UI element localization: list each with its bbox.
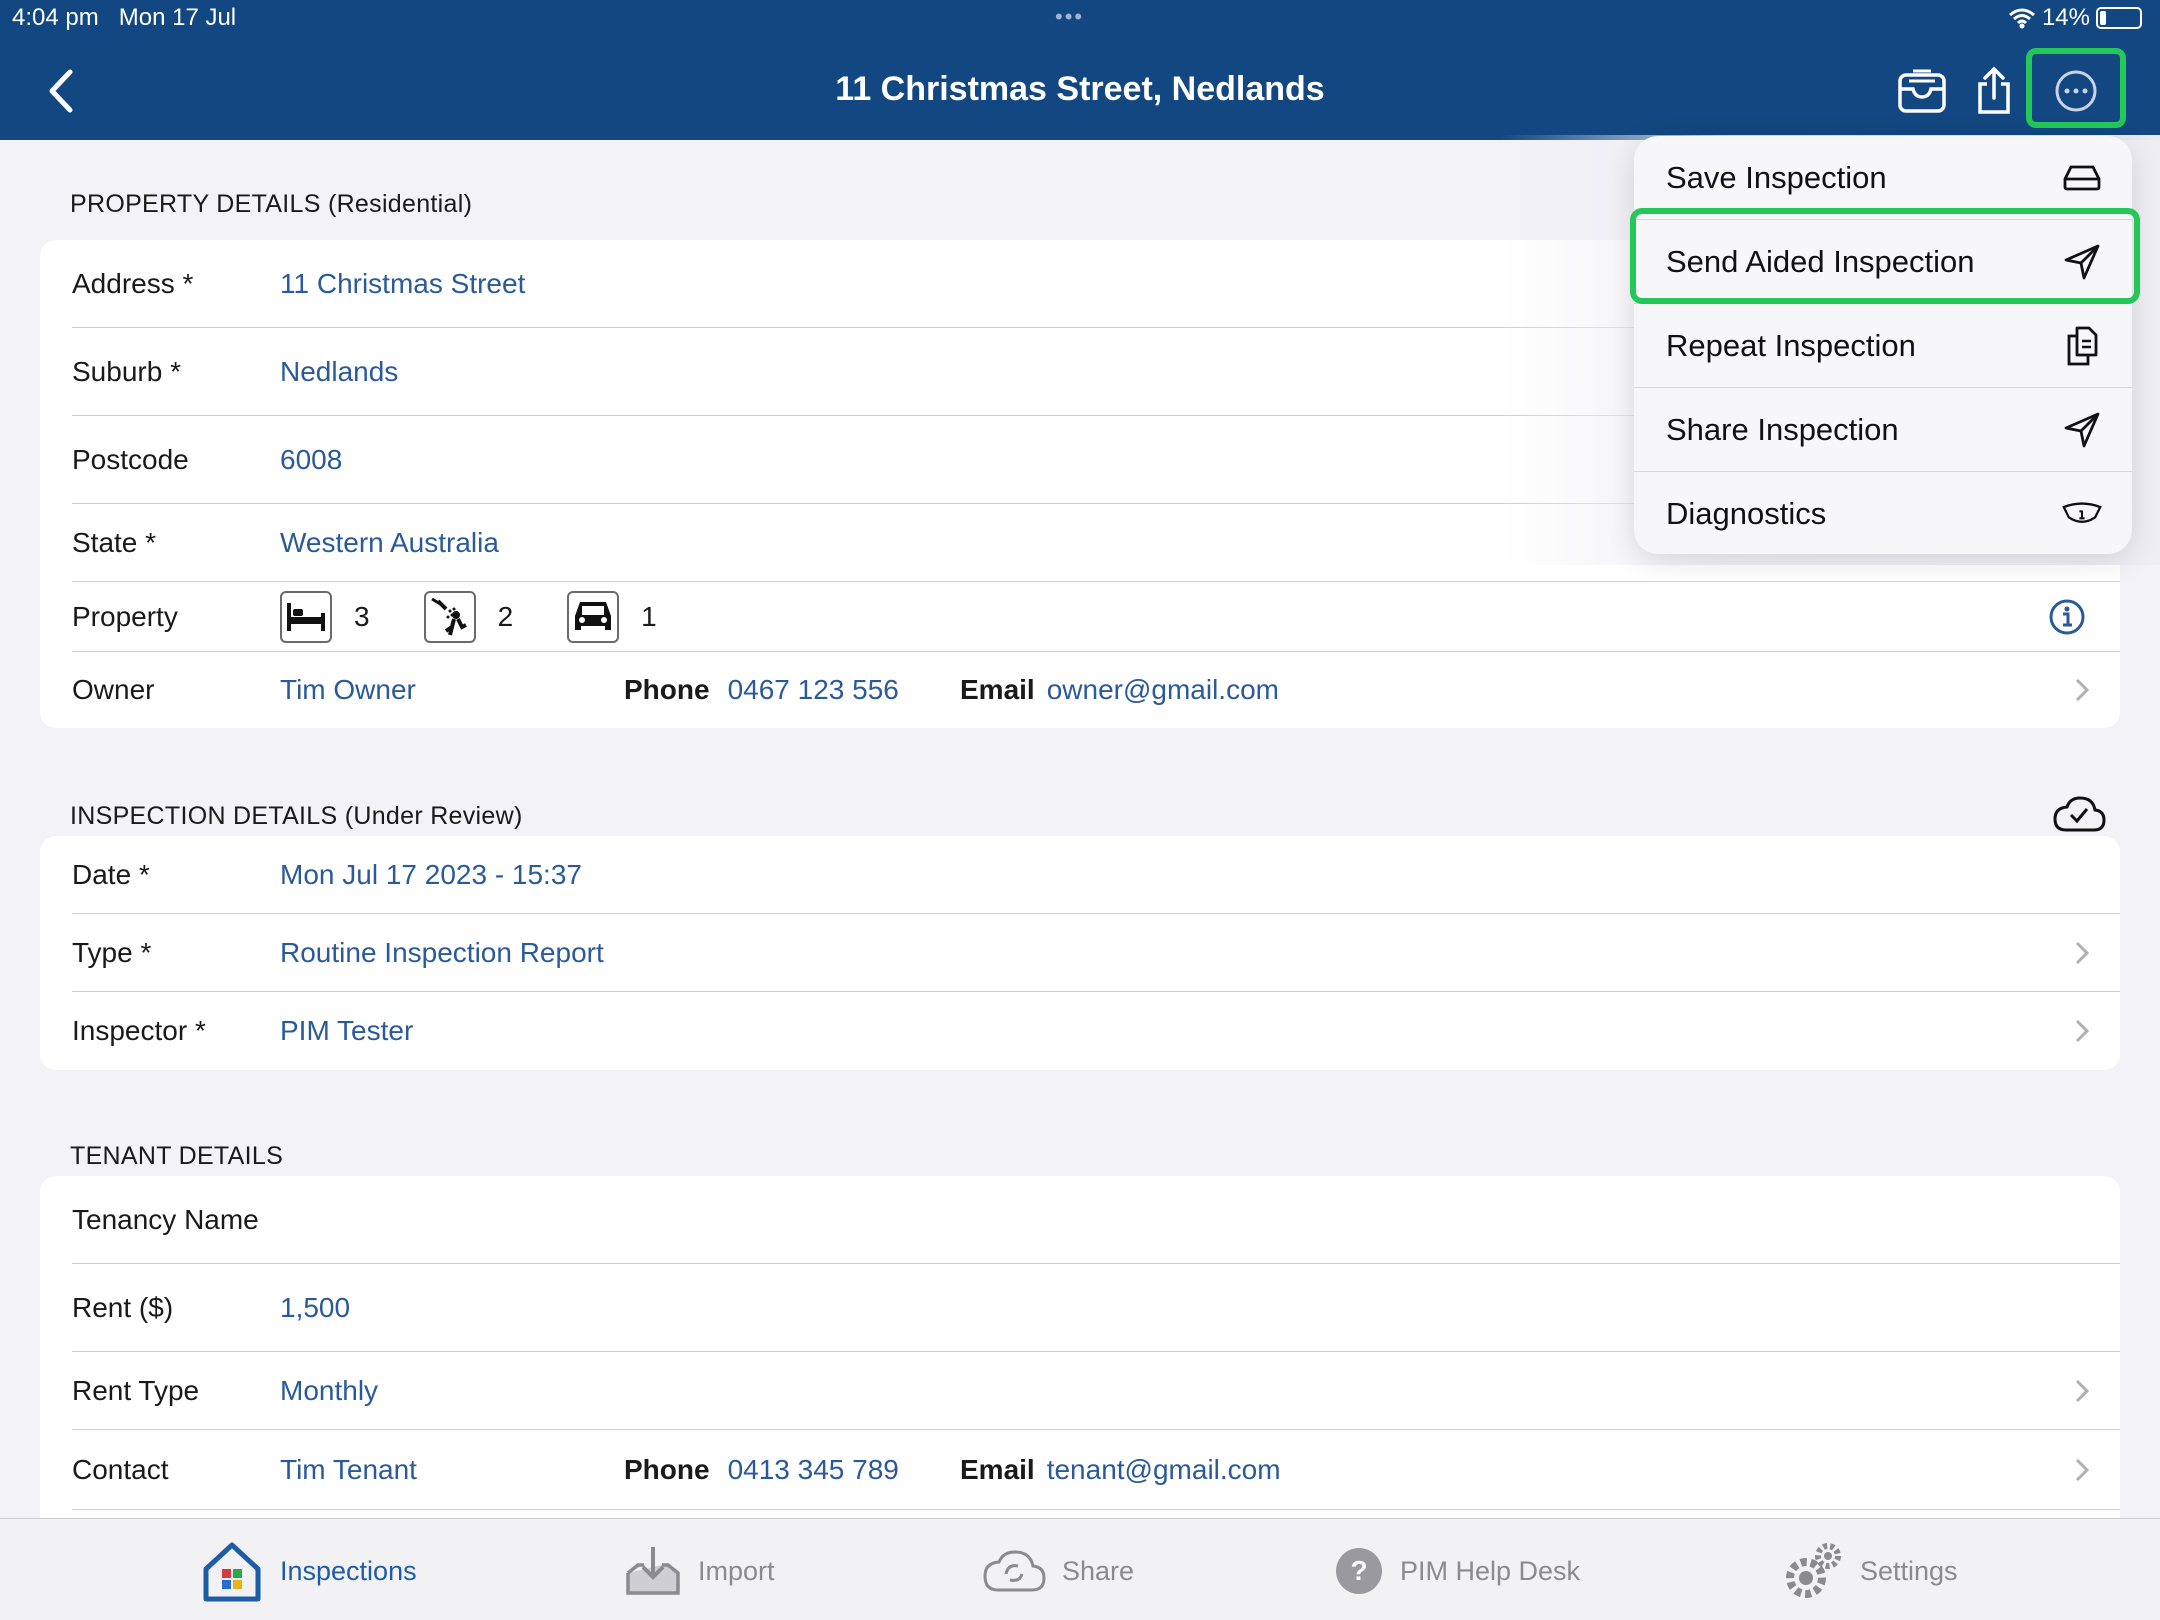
battery-percent: 14% xyxy=(2041,4,2090,31)
tenant-phone[interactable]: Phone 0413 345 789 xyxy=(624,1454,899,1486)
copy-icon xyxy=(2062,326,2102,366)
shower-icon xyxy=(423,590,476,643)
address-value[interactable]: 11 Christmas Street xyxy=(280,268,525,300)
inbox-tray-icon xyxy=(1898,69,1946,113)
rent-type-label: Rent Type xyxy=(72,1374,200,1406)
property-features-row[interactable]: Property 3 2 1 xyxy=(72,582,2120,652)
chevron-right-icon[interactable] xyxy=(2072,675,2092,705)
tab-bar: Inspections Import Share ? PIM Help Desk… xyxy=(0,1518,2160,1620)
type-value[interactable]: Routine Inspection Report xyxy=(280,937,604,969)
menu-item-label: Diagnostics xyxy=(1666,496,1827,531)
inbox-button[interactable] xyxy=(1894,64,1950,118)
tab-label: Share xyxy=(1062,1555,1135,1586)
carspaces-count: 1 xyxy=(641,600,657,632)
share-up-icon xyxy=(1978,66,2010,114)
chevron-right-icon[interactable] xyxy=(2072,1016,2092,1046)
rent-type-value[interactable]: Monthly xyxy=(280,1375,378,1407)
inspector-row[interactable]: Inspector * PIM Tester xyxy=(72,992,2120,1070)
state-value[interactable]: Western Australia xyxy=(280,527,499,559)
page-title: 11 Christmas Street, Nedlands xyxy=(835,70,1325,108)
inspector-value[interactable]: PIM Tester xyxy=(280,1015,413,1047)
info-circle-icon[interactable] xyxy=(2048,598,2086,636)
paper-plane-icon xyxy=(2062,410,2102,450)
more-options-menu: Save Inspection Send Aided Inspection Re… xyxy=(1634,136,2132,554)
tenancy-name-label: Tenancy Name xyxy=(72,1203,259,1235)
inspection-section-title: INSPECTION DETAILS (Under Review) xyxy=(70,802,523,830)
gears-icon xyxy=(1786,1543,1841,1598)
tenant-email[interactable]: Email tenant@gmail.com xyxy=(960,1454,1281,1486)
owner-label: Owner xyxy=(72,674,155,705)
export-button[interactable] xyxy=(1966,64,2022,118)
type-label: Type * xyxy=(72,936,152,968)
rent-row[interactable]: Rent ($) 1,500 xyxy=(72,1264,2120,1352)
more-button-highlight xyxy=(2026,48,2126,128)
house-icon xyxy=(203,1542,261,1602)
send-aided-highlight xyxy=(1630,208,2140,304)
address-label: Address * xyxy=(72,267,194,299)
status-indicators: 14% xyxy=(2008,4,2142,32)
tab-label: Settings xyxy=(1860,1555,1958,1586)
tenant-section-title: TENANT DETAILS xyxy=(70,1142,284,1170)
inspector-label: Inspector * xyxy=(72,1015,206,1046)
tab-label: Inspections xyxy=(280,1555,417,1586)
postcode-label: Postcode xyxy=(72,443,189,475)
suburb-value[interactable]: Nedlands xyxy=(280,356,398,388)
contact-value[interactable]: Tim Tenant xyxy=(280,1454,417,1486)
chevron-right-icon[interactable] xyxy=(2072,1376,2092,1406)
menu-item-repeat-inspection[interactable]: Repeat Inspection xyxy=(1634,304,2132,388)
status-date: Mon 17 Jul xyxy=(118,4,237,31)
menu-item-label: Share Inspection xyxy=(1666,411,1899,447)
date-label: Date * xyxy=(72,858,150,890)
state-label: State * xyxy=(72,526,157,558)
bathrooms-count: 2 xyxy=(497,600,514,632)
chevron-right-icon[interactable] xyxy=(2072,1455,2092,1485)
download-tray-icon xyxy=(626,1547,680,1595)
tab-settings[interactable]: Settings xyxy=(1782,1539,1958,1603)
owner-value[interactable]: Tim Owner xyxy=(280,674,416,706)
tab-help-desk[interactable]: ? PIM Help Desk xyxy=(1334,1539,1580,1603)
wifi-icon xyxy=(2008,8,2035,29)
tab-label: Import xyxy=(698,1555,775,1586)
date-row[interactable]: Date * Mon Jul 17 2023 - 15:37 xyxy=(72,836,2120,914)
question-circle-icon: ? xyxy=(1336,1548,1382,1594)
tab-import[interactable]: Import xyxy=(624,1539,775,1603)
contact-row[interactable]: Contact Tim Tenant Phone 0413 345 789 Ema… xyxy=(72,1430,2120,1510)
chevron-right-icon[interactable] xyxy=(2072,938,2092,968)
owner-email[interactable]: Email owner@gmail.com xyxy=(960,674,1279,706)
menu-item-label: Save Inspection xyxy=(1666,159,1887,195)
postcode-value[interactable]: 6008 xyxy=(280,444,342,476)
suburb-label: Suburb * xyxy=(72,355,181,387)
status-time: 4:04 pm Mon 17 Jul xyxy=(12,4,237,31)
drive-icon xyxy=(2062,158,2102,198)
menu-item-diagnostics[interactable]: Diagnostics xyxy=(1634,472,2132,556)
menu-item-share-inspection[interactable]: Share Inspection xyxy=(1634,388,2132,472)
date-value[interactable]: Mon Jul 17 2023 - 15:37 xyxy=(280,859,582,891)
car-icon xyxy=(567,590,620,643)
tab-inspections[interactable]: Inspections xyxy=(200,1539,417,1603)
inspection-details-card: Date * Mon Jul 17 2023 - 15:37 Type * Ro… xyxy=(40,836,2120,1070)
property-label: Property xyxy=(72,600,178,632)
contact-label: Contact xyxy=(72,1453,169,1485)
navigation-bar: 4:04 pm Mon 17 Jul ••• 14% 11 Christmas … xyxy=(0,0,2160,140)
tab-share[interactable]: Share xyxy=(982,1539,1134,1603)
rent-value[interactable]: 1,500 xyxy=(280,1292,350,1324)
battery-icon xyxy=(2096,7,2142,29)
tenancy-name-row[interactable]: Tenancy Name xyxy=(72,1176,2120,1264)
rent-label: Rent ($) xyxy=(72,1291,174,1323)
bedrooms-count: 3 xyxy=(354,600,370,632)
owner-phone[interactable]: Phone 0467 123 556 xyxy=(624,674,899,706)
cloud-check-icon[interactable] xyxy=(2052,794,2106,834)
type-row[interactable]: Type * Routine Inspection Report xyxy=(72,914,2120,992)
owner-row[interactable]: Owner Tim Owner Phone 0467 123 556 Email o… xyxy=(72,652,2120,728)
tenant-details-card: Tenancy Name Rent ($) 1,500 Rent Type Mo… xyxy=(40,1176,2120,1536)
bed-icon xyxy=(280,590,332,643)
tab-label: PIM Help Desk xyxy=(1400,1555,1581,1586)
property-section-title: PROPERTY DETAILS (Residential) xyxy=(70,190,473,218)
multitasking-dots[interactable]: ••• xyxy=(1055,4,1084,30)
info-tag-icon xyxy=(2062,494,2102,534)
rent-type-row[interactable]: Rent Type Monthly xyxy=(72,1352,2120,1430)
menu-item-label: Repeat Inspection xyxy=(1666,327,1916,363)
svg-text:?: ? xyxy=(1350,1555,1367,1586)
cloud-sync-icon xyxy=(983,1550,1046,1592)
